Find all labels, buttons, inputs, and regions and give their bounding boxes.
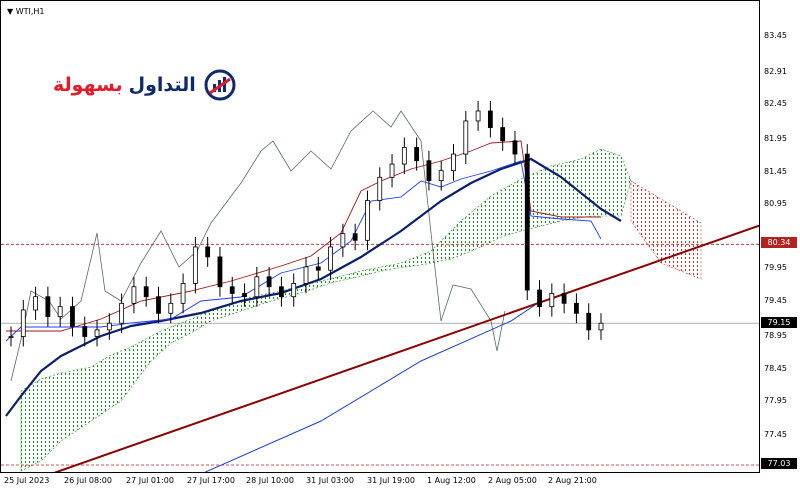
candle-body <box>303 266 309 284</box>
candle-body <box>414 147 420 162</box>
logo-chart-icon <box>204 69 236 101</box>
candle-body <box>574 302 579 314</box>
time-tick: 27 Jul 17:00 <box>187 476 235 485</box>
candle-body <box>586 312 592 331</box>
time-tick: 2 Aug 21:00 <box>548 476 597 485</box>
time-tick: 2 Aug 05:00 <box>488 476 537 485</box>
candle-body <box>192 246 198 284</box>
price-tick: 82.45 <box>764 99 787 108</box>
candle-body <box>45 296 51 318</box>
candle-body <box>131 286 137 304</box>
price-tick: 79.95 <box>764 263 787 272</box>
thin-blue-ma-line <box>204 300 542 472</box>
kijun-sen-line <box>6 140 601 332</box>
candle-body <box>20 309 26 337</box>
price-tick: 79.45 <box>764 296 787 305</box>
candle-body <box>180 283 186 304</box>
candle-body <box>549 292 555 308</box>
candle-body <box>168 302 174 314</box>
candle-body <box>365 200 370 241</box>
candle-body <box>106 322 112 331</box>
candle-body <box>8 336 14 338</box>
candle-body <box>291 283 297 298</box>
candle-body <box>561 292 567 304</box>
time-tick: 27 Jul 01:00 <box>126 476 174 485</box>
price-tick: 78.45 <box>764 364 787 373</box>
candle-body <box>254 276 260 298</box>
price-tick: 82.91 <box>764 67 787 76</box>
dropdown-arrow-icon[interactable]: ▼ <box>7 7 16 16</box>
current-price-tag: 79.15 <box>761 317 797 328</box>
candle-body <box>463 120 469 155</box>
candle-body <box>352 233 358 241</box>
candle-body <box>328 246 333 271</box>
price-axis[interactable]: 83.45 82.91 82.45 81.95 81.45 80.95 79.9… <box>760 0 800 473</box>
candle-body <box>242 292 247 298</box>
candle-body <box>229 286 235 294</box>
candle-body <box>438 170 444 182</box>
candle-body <box>70 306 75 327</box>
bottom-level-tag: 77.03 <box>761 458 797 469</box>
candle-body <box>82 326 88 337</box>
candle-body <box>33 296 38 311</box>
candle-body <box>377 176 383 201</box>
symbol-text: WTI,H1 <box>15 7 45 16</box>
symbol-label: ▼ WTI,H1 <box>7 7 45 16</box>
candle-body <box>266 276 272 288</box>
price-tick: 81.45 <box>764 167 787 176</box>
time-axis: 25 Jul 2023 26 Jul 08:00 27 Jul 01:00 27… <box>0 473 760 493</box>
price-tick: 77.95 <box>764 396 787 405</box>
candle-body <box>426 160 432 182</box>
candle-body <box>475 110 481 122</box>
price-tick: 81.95 <box>764 134 787 143</box>
candle-body <box>500 127 506 142</box>
brand-logo: بسهولة التداول <box>53 69 236 101</box>
candle-body <box>401 147 407 165</box>
time-tick: 28 Jul 10:00 <box>246 476 294 485</box>
time-tick: 31 Jul 19:00 <box>367 476 415 485</box>
time-tick: 1 Aug 12:00 <box>427 476 476 485</box>
candle-body <box>279 286 284 298</box>
candle-body <box>598 322 604 331</box>
candle-body <box>94 329 100 337</box>
candle-body <box>389 163 395 178</box>
candle-body <box>205 246 211 258</box>
candle-body <box>451 153 456 172</box>
candle-body <box>217 256 223 288</box>
chart-area[interactable]: ▼ WTI,H1 بسهولة التداول <box>0 0 760 473</box>
candle-body <box>487 110 493 128</box>
candle-body <box>57 306 63 317</box>
logo-text-blue: التداول <box>128 74 196 96</box>
dashed-level-tag: 80.34 <box>761 237 797 248</box>
logo-text-red: بسهولة <box>53 74 123 96</box>
candle-body <box>119 302 125 324</box>
ichimoku-cloud-red <box>630 180 702 280</box>
time-tick: 25 Jul 2023 <box>4 476 50 485</box>
candle-body <box>143 286 149 298</box>
candle-body <box>512 140 518 155</box>
price-tick: 77.45 <box>764 430 787 439</box>
price-tick: 78.95 <box>764 331 787 340</box>
time-tick: 31 Jul 03:00 <box>306 476 354 485</box>
candle-body <box>340 233 346 248</box>
candle-body <box>524 153 530 291</box>
price-tick: 80.95 <box>764 199 787 208</box>
candle-body <box>315 266 321 271</box>
price-tick: 83.45 <box>764 31 787 40</box>
candle-body <box>537 289 542 308</box>
candle-body <box>156 296 161 314</box>
time-tick: 26 Jul 08:00 <box>64 476 112 485</box>
